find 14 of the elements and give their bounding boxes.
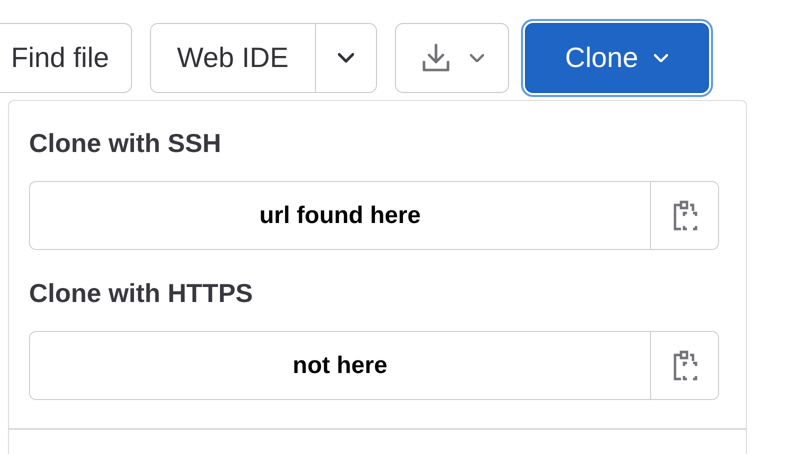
- clipboard-icon: [672, 348, 698, 382]
- section-title: Clone with HTTPS: [29, 278, 254, 309]
- section-title: Clone with SSH: [29, 128, 222, 159]
- copy-button[interactable]: [650, 332, 718, 399]
- find-file-button[interactable]: Find file: [0, 23, 132, 93]
- chevron-down-icon: [338, 53, 354, 63]
- download-icon: [420, 42, 452, 74]
- copy-button[interactable]: [650, 182, 718, 249]
- url-field[interactable]: not here: [29, 331, 719, 400]
- chevron-down-icon: [470, 54, 484, 62]
- url-field[interactable]: url found here: [29, 181, 719, 250]
- chevron-down-icon: [654, 54, 668, 62]
- download-button[interactable]: [394, 23, 509, 93]
- clipboard-icon: [672, 198, 698, 232]
